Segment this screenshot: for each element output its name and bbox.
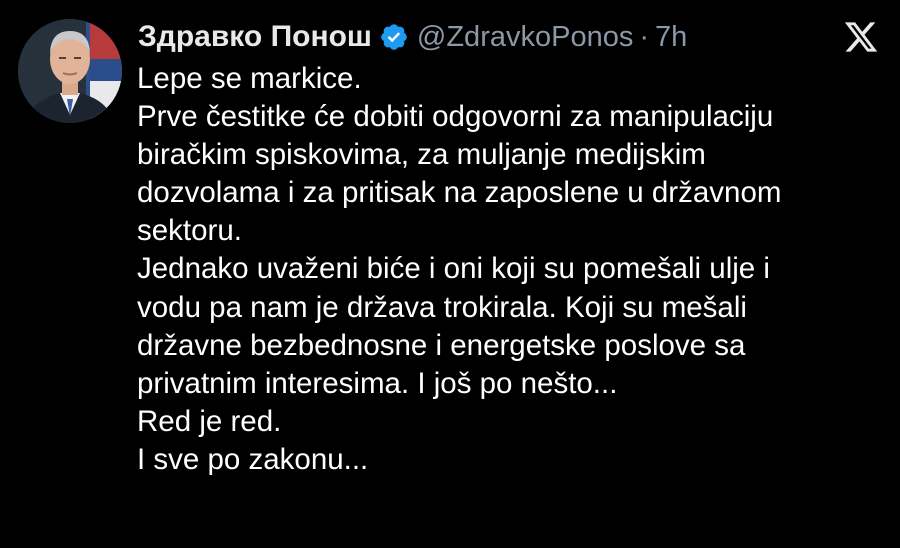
tweet-timestamp[interactable]: 7h — [655, 21, 687, 54]
tweet-text-line: biračkim spiskovima, za muljanje medijsk… — [137, 138, 706, 172]
separator-dot: · — [639, 20, 650, 53]
tweet-text-line: Jednako uvaženi biće i oni koji su pomeš… — [137, 252, 770, 286]
tweet-text-line: dozvolama i za pritisak na zaposlene u d… — [137, 176, 782, 210]
tweet-text: Lepe se markice. Prve čestitke će dobiti… — [137, 60, 887, 479]
author-handle[interactable]: @ZdravkoPonos — [417, 21, 633, 54]
tweet-text-line: Red je red. — [137, 404, 282, 438]
tweet-text-line: vodu pa nam je država trokirala. Koji su… — [137, 290, 747, 324]
tweet-text-line: državne bezbednosne i energetske poslove… — [137, 328, 746, 362]
tweet-card: Здравко Понош @ZdravkoPonos · 7h Lepe se… — [0, 0, 900, 548]
tweet-text-line: Lepe se markice. — [137, 62, 362, 95]
tweet-header: Здравко Понош @ZdravkoPonos · 7h — [138, 14, 687, 60]
tweet-text-line: Prve čestitke će dobiti odgovorni za man… — [137, 100, 774, 134]
x-logo-icon[interactable] — [842, 19, 880, 55]
tweet-text-line: sektoru. — [137, 214, 242, 248]
tweet-text-line: privatnim interesima. I još po nešto... — [137, 366, 618, 400]
tweet-text-line: I sve po zakonu... — [137, 442, 369, 476]
avatar-image — [18, 19, 122, 123]
verified-badge-icon — [379, 22, 409, 52]
author-name[interactable]: Здравко Понош — [138, 20, 372, 54]
avatar[interactable] — [18, 19, 122, 123]
